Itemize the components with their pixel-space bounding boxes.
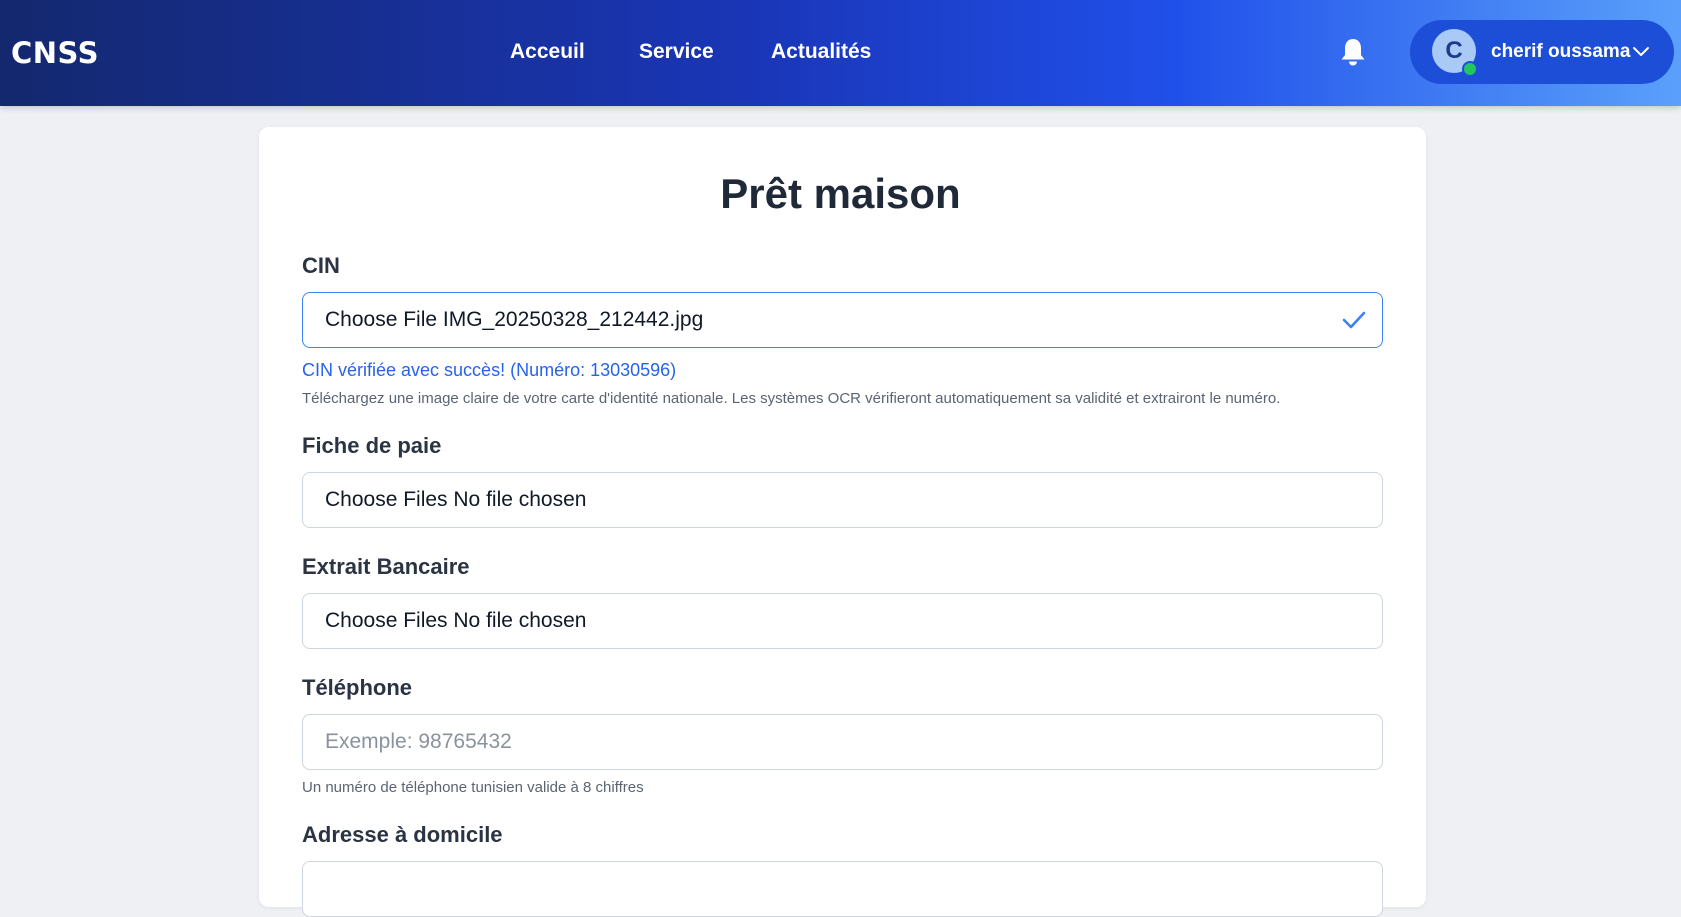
top-navbar: CNSS Acceuil Service Actualités C cherif…	[0, 0, 1681, 106]
telephone-input[interactable]	[302, 714, 1383, 770]
avatar-initial: C	[1445, 37, 1463, 64]
nav-link-acceuil[interactable]: Acceuil	[510, 40, 585, 64]
online-status-dot	[1462, 61, 1478, 77]
cin-help-text: Téléchargez une image claire de votre ca…	[302, 390, 1281, 407]
adresse-input[interactable]	[302, 861, 1383, 917]
user-name: cherif oussama	[1491, 41, 1631, 62]
extrait-bancaire-file-text: Choose Files No file chosen	[325, 609, 587, 632]
check-icon	[1342, 311, 1366, 329]
fiche-de-paie-file-text: Choose Files No file chosen	[325, 488, 587, 511]
chevron-down-icon	[1633, 47, 1649, 56]
nav-link-actualites[interactable]: Actualités	[771, 40, 871, 64]
cnss-logo[interactable]: CNSS	[11, 36, 99, 70]
extrait-bancaire-label: Extrait Bancaire	[302, 554, 470, 579]
telephone-help-text: Un numéro de téléphone tunisien valide à…	[302, 779, 644, 796]
cin-file-text: Choose File IMG_20250328_212442.jpg	[325, 308, 704, 331]
bell-icon[interactable]	[1339, 37, 1367, 67]
fiche-de-paie-label: Fiche de paie	[302, 433, 442, 458]
cin-label: CIN	[302, 253, 340, 278]
cin-file-input[interactable]: Choose File IMG_20250328_212442.jpg	[302, 292, 1383, 348]
cin-success-message: CIN vérifiée avec succès! (Numéro: 13030…	[302, 360, 677, 380]
nav-link-service[interactable]: Service	[639, 40, 714, 64]
adresse-label: Adresse à domicile	[302, 822, 503, 847]
fiche-de-paie-file-input[interactable]: Choose Files No file chosen	[302, 472, 1383, 528]
telephone-label: Téléphone	[302, 675, 413, 700]
extrait-bancaire-file-input[interactable]: Choose Files No file chosen	[302, 593, 1383, 649]
user-menu-button[interactable]: C cherif oussama	[1410, 20, 1674, 84]
